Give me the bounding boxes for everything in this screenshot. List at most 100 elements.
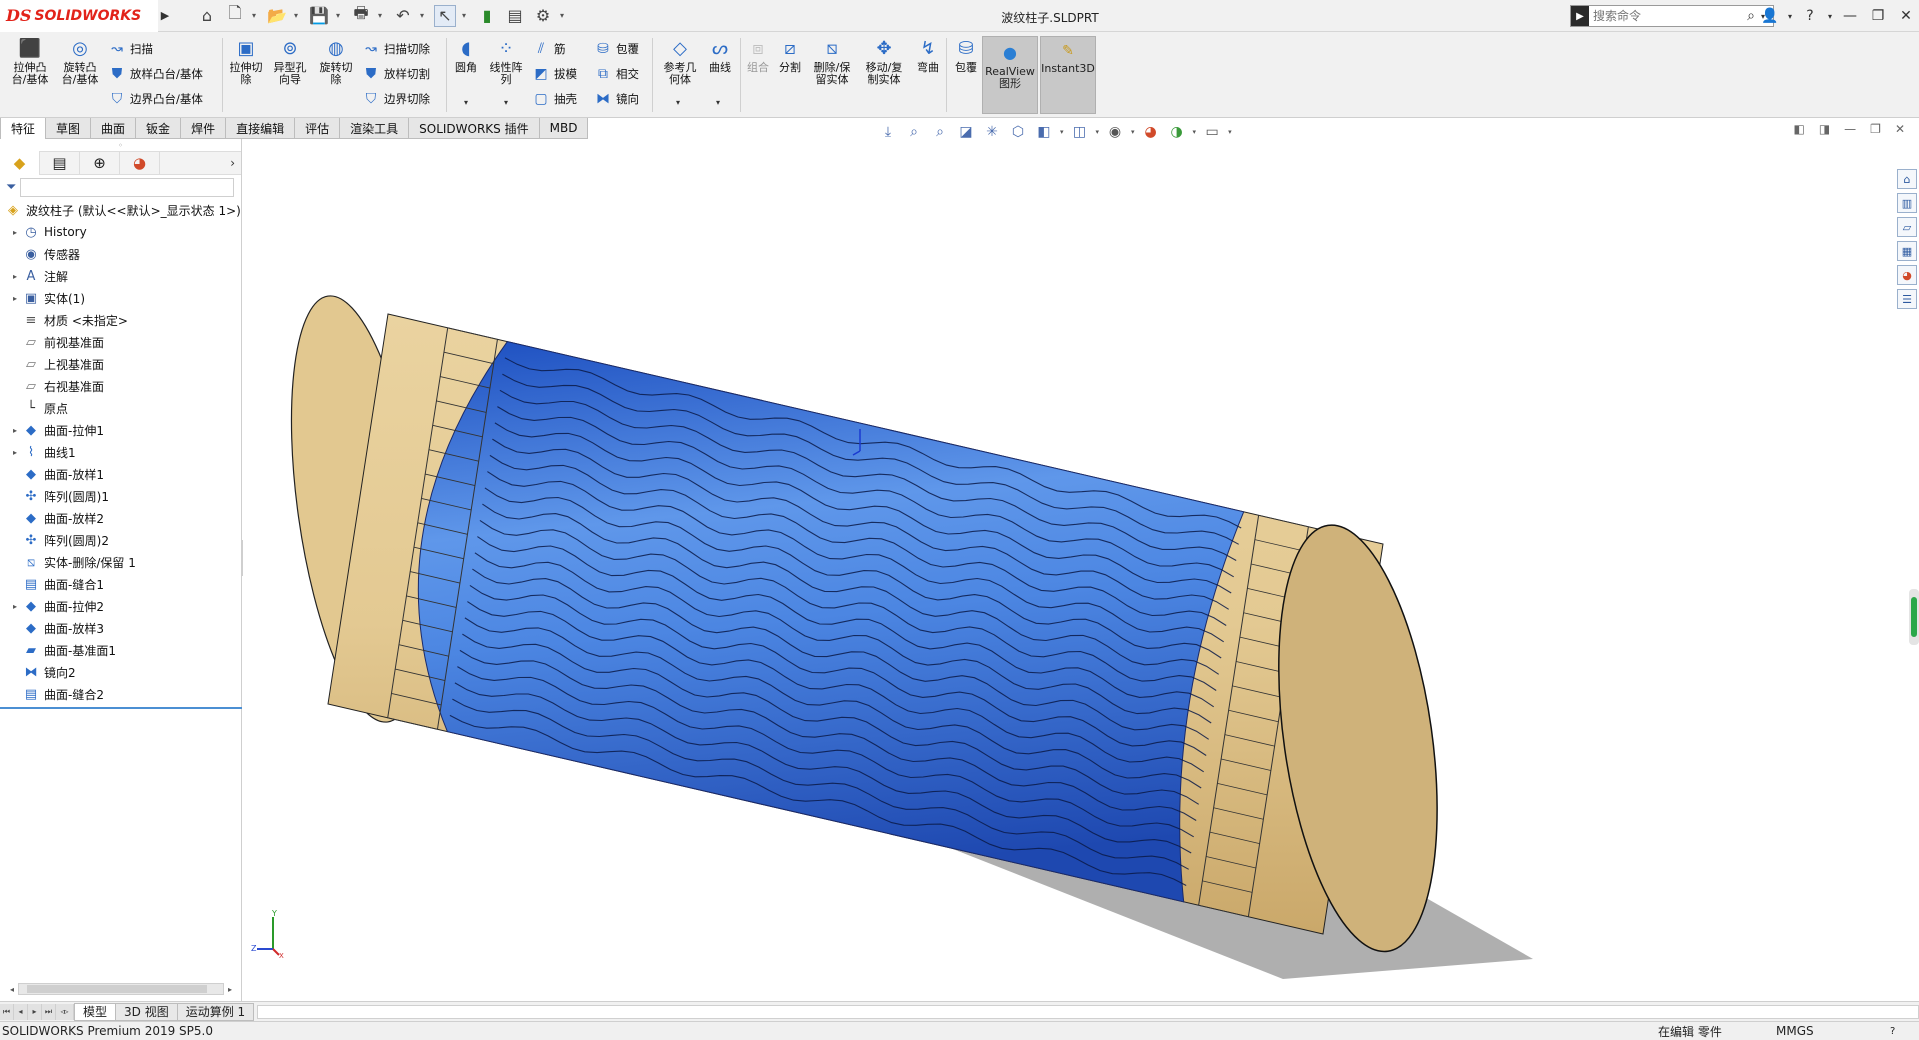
rebuild-icon[interactable]: ▮ <box>476 5 498 27</box>
new-document-icon[interactable]: 🗋 <box>224 3 246 27</box>
sweep-cut-button[interactable]: ↝ 扫描切除 <box>362 38 430 60</box>
expand-arrow-icon[interactable]: ▸ <box>8 272 22 281</box>
tree-node[interactable]: ▸ ◆ 曲面-拉伸1 <box>0 419 241 441</box>
undo-dropdown-icon[interactable]: ▾ <box>420 11 428 20</box>
tab-solidworks-addins[interactable]: SOLIDWORKS 插件 <box>408 118 540 139</box>
file-properties-icon[interactable]: ▤ <box>504 5 526 27</box>
configurationmanager-tab-icon[interactable]: ⊕ <box>80 151 120 175</box>
boundary-cut-button[interactable]: ⛉ 边界切除 <box>362 88 430 110</box>
help-dropdown-icon[interactable]: ▾ <box>1825 3 1835 29</box>
minimize-window-icon[interactable]: — <box>1837 3 1863 29</box>
tab-3d-views[interactable]: 3D 视图 <box>115 1002 178 1021</box>
last-tab-icon[interactable]: ⏭ <box>42 1003 56 1020</box>
tree-node[interactable]: ≡ 材质 <未指定> <box>0 309 241 331</box>
select-dropdown-icon[interactable]: ▾ <box>462 11 470 20</box>
tab-scroll-icon[interactable]: ◃▹ <box>56 1003 74 1020</box>
mirror-button[interactable]: ⧓ 镜向 <box>594 88 639 110</box>
tree-filter-input[interactable] <box>20 177 235 197</box>
view-settings-dropdown-icon[interactable]: ▾ <box>1193 128 1197 136</box>
tree-node[interactable]: ▰ 曲面-基准面1 <box>0 639 241 661</box>
tree-node[interactable]: ▱ 上视基准面 <box>0 353 241 375</box>
expand-arrow-icon[interactable]: ▸ <box>8 228 22 237</box>
curves-dropdown-icon[interactable]: ▾ <box>716 98 720 107</box>
instant3d-button[interactable]: ✎ Instant3D <box>1040 36 1096 114</box>
display-monitor-dropdown-icon[interactable]: ▾ <box>1228 128 1232 136</box>
tree-node[interactable]: ▸ ▣ 实体(1) <box>0 287 241 309</box>
expand-arrow-icon[interactable]: ▸ <box>8 448 22 457</box>
displaymanager-tab-icon[interactable]: ◕ <box>120 151 160 175</box>
reference-geometry-button[interactable]: ◇ 参考几 何体 <box>658 36 702 86</box>
bottom-scroll-track[interactable] <box>257 1004 1919 1019</box>
first-tab-icon[interactable]: ⏮ <box>0 1003 14 1020</box>
view-palette-icon[interactable]: ▦ <box>1897 241 1917 261</box>
options-gear-icon[interactable]: ⚙ <box>532 5 554 27</box>
right-scroll-thumb[interactable] <box>1911 597 1917 637</box>
split-button[interactable]: ⧄ 分割 <box>768 36 812 74</box>
tree-root-part[interactable]: ◈ 波纹柱子 (默认<<默认>_显示状态 1>) <box>0 199 241 221</box>
intersect-button[interactable]: ⧉ 相交 <box>594 63 639 85</box>
tree-node[interactable]: ✣ 阵列(圆周)1 <box>0 485 241 507</box>
more-tabs-chevron-icon[interactable]: › <box>230 156 235 170</box>
fillet-button[interactable]: ◖ 圆角 <box>444 36 488 74</box>
rib-button[interactable]: ⫽ 筋 <box>532 38 566 60</box>
print-dropdown-icon[interactable]: ▾ <box>378 11 386 20</box>
extrude-boss-button[interactable]: ⬛ 拉伸凸 台/基体 <box>8 36 52 86</box>
fillet-dropdown-icon[interactable]: ▾ <box>464 98 468 107</box>
viewport-close-icon[interactable]: ✕ <box>1895 122 1905 136</box>
linear-pattern-button[interactable]: ⁘ 线性阵 列 <box>484 36 528 86</box>
extrude-cut-button[interactable]: ▣ 拉伸切 除 <box>224 36 268 86</box>
status-unit-system[interactable]: MMGS <box>1776 1024 1814 1038</box>
tree-node[interactable]: └ 原点 <box>0 397 241 419</box>
tab-render-tools[interactable]: 渲染工具 <box>339 118 410 139</box>
sweep-button[interactable]: ↝ 扫描 <box>108 38 153 60</box>
model-viewport[interactable] <box>243 139 1919 1001</box>
tab-mbd[interactable]: MBD <box>538 118 589 139</box>
revolve-boss-button[interactable]: ◎ 旋转凸 台/基体 <box>58 36 102 86</box>
close-window-icon[interactable]: ✕ <box>1893 3 1919 29</box>
move-copy-body-button[interactable]: ✥ 移动/复 制实体 <box>862 36 906 86</box>
tree-node[interactable]: ◉ 传感器 <box>0 243 241 265</box>
status-help-icon[interactable]: ? <box>1890 1026 1895 1037</box>
tab-weldments[interactable]: 焊件 <box>180 118 227 139</box>
save-dropdown-icon[interactable]: ▾ <box>336 11 344 20</box>
restore-window-icon[interactable]: ❐ <box>1865 3 1891 29</box>
expand-arrow-icon[interactable]: ▸ <box>8 426 22 435</box>
draft-button[interactable]: ◩ 拔模 <box>532 63 577 85</box>
search-commands-box[interactable]: ▶ ⌕ ▾ <box>1570 5 1774 27</box>
tree-node[interactable]: ▤ 曲面-缝合2 <box>0 683 241 705</box>
tree-node[interactable]: ▸ A 注解 <box>0 265 241 287</box>
tree-node[interactable]: ◆ 曲面-放样3 <box>0 617 241 639</box>
linear-pattern-dropdown-icon[interactable]: ▾ <box>504 98 508 107</box>
loft-cut-button[interactable]: ⛊ 放样切割 <box>362 63 430 85</box>
revolve-cut-button[interactable]: ◍ 旋转切 除 <box>314 36 358 86</box>
tab-sheet-metal[interactable]: 钣金 <box>135 118 182 139</box>
viewport-minimize-icon[interactable]: — <box>1844 122 1856 136</box>
loft-boss-button[interactable]: ⛊ 放样凸台/基体 <box>108 63 203 85</box>
user-dropdown-icon[interactable]: ▾ <box>1785 3 1795 29</box>
select-icon[interactable]: ↖ <box>434 4 456 27</box>
tab-model[interactable]: 模型 <box>74 1002 117 1021</box>
tree-node[interactable]: ◆ 曲面-放样1 <box>0 463 241 485</box>
rollback-bar[interactable] <box>0 707 242 709</box>
next-tab-icon[interactable]: ▸ <box>28 1003 42 1020</box>
expand-arrow-icon[interactable]: ▸ <box>8 602 22 611</box>
expand-arrow-icon[interactable]: ▸ <box>8 294 22 303</box>
tree-node[interactable]: ⧓ 镜向2 <box>0 661 241 683</box>
undo-icon[interactable]: ↶ <box>392 5 414 27</box>
realview-graphics-button[interactable]: ● RealView 图形 <box>982 36 1038 114</box>
tab-sketch[interactable]: 草图 <box>45 118 92 139</box>
viewport-restore-icon[interactable]: ❐ <box>1870 122 1881 136</box>
tree-node[interactable]: ▱ 前视基准面 <box>0 331 241 353</box>
menu-expand-arrow-icon[interactable]: ▶ <box>158 2 172 30</box>
open-icon[interactable]: 📂 <box>266 5 288 27</box>
display-style-dropdown-icon[interactable]: ▾ <box>1060 128 1064 136</box>
user-account-icon[interactable]: 👤 <box>1757 3 1783 29</box>
search-commands-input[interactable] <box>1589 7 1741 25</box>
tab-motion-study-1[interactable]: 运动算例 1 <box>176 1002 255 1021</box>
tree-node[interactable]: ▸ ◆ 曲面-拉伸2 <box>0 595 241 617</box>
viewport-tile-left-icon[interactable]: ◧ <box>1793 122 1804 136</box>
solidworks-resources-icon[interactable]: ⌂ <box>1897 169 1917 189</box>
scroll-left-icon[interactable]: ◂ <box>6 985 18 994</box>
print-icon[interactable]: 🖶 <box>350 3 372 27</box>
home-icon[interactable]: ⌂ <box>196 5 218 27</box>
